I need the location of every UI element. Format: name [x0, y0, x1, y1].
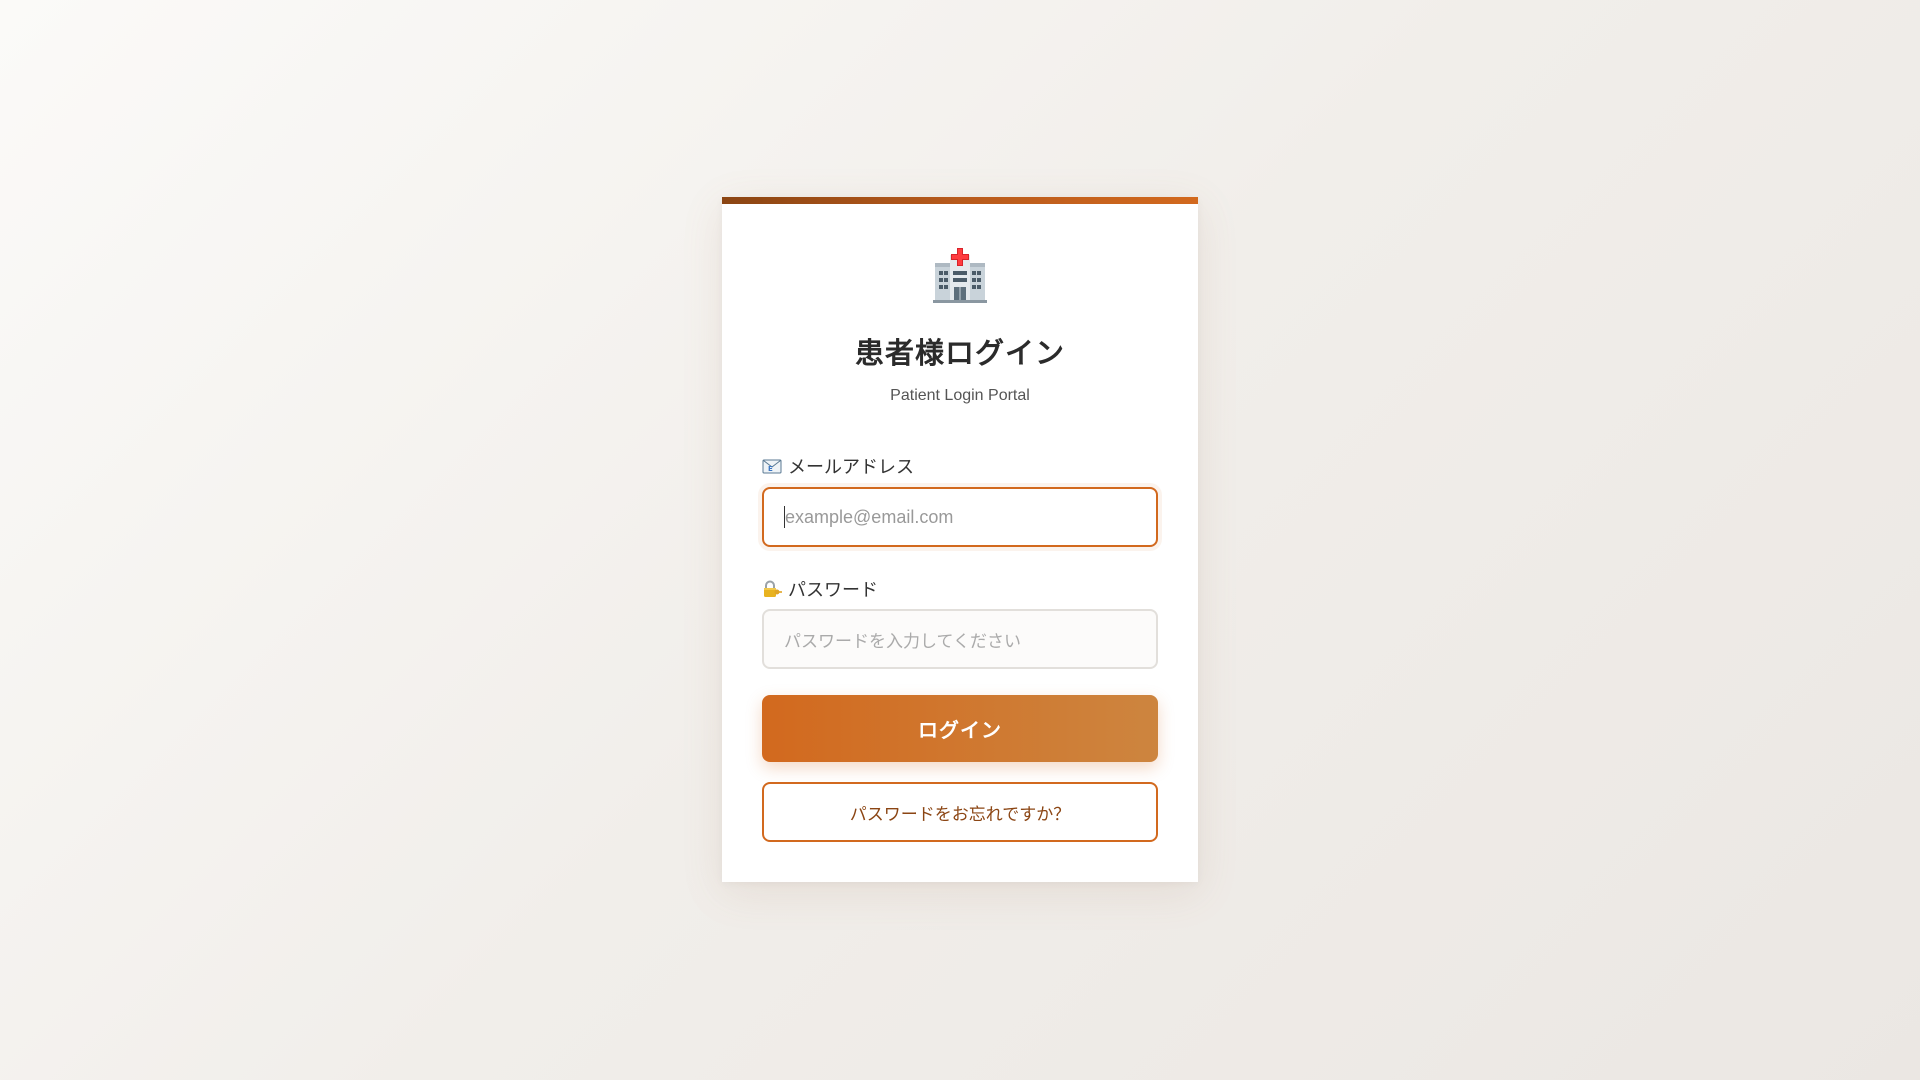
email-input[interactable]: example@email.com — [762, 487, 1158, 547]
hospital-logo — [722, 247, 1198, 307]
email-label-text: メールアドレス — [788, 457, 914, 478]
password-input[interactable]: パスワードを入力してください — [762, 609, 1158, 669]
page-title: 患者様ログイン — [854, 336, 1065, 370]
email-placeholder: example@email.com — [785, 506, 954, 527]
svg-text:E: E — [768, 465, 773, 473]
forgot-password-button[interactable]: パスワードをお忘れですか？ — [762, 782, 1158, 842]
page-subtitle: Patient Login Portal — [890, 387, 1030, 404]
password-placeholder: パスワードを入力してください — [784, 631, 1021, 652]
hospital-icon — [933, 248, 987, 303]
card-accent-bar — [722, 197, 1198, 204]
password-label: パスワード — [762, 576, 878, 602]
login-card: 患者様ログイン Patient Login Portal E メールアドレス e… — [722, 197, 1198, 882]
login-button[interactable]: ログイン — [762, 695, 1158, 762]
email-icon: E — [762, 459, 782, 474]
email-label: E メールアドレス — [762, 453, 914, 479]
password-label-text: パスワード — [788, 580, 878, 601]
locked-with-key-icon — [764, 580, 782, 597]
